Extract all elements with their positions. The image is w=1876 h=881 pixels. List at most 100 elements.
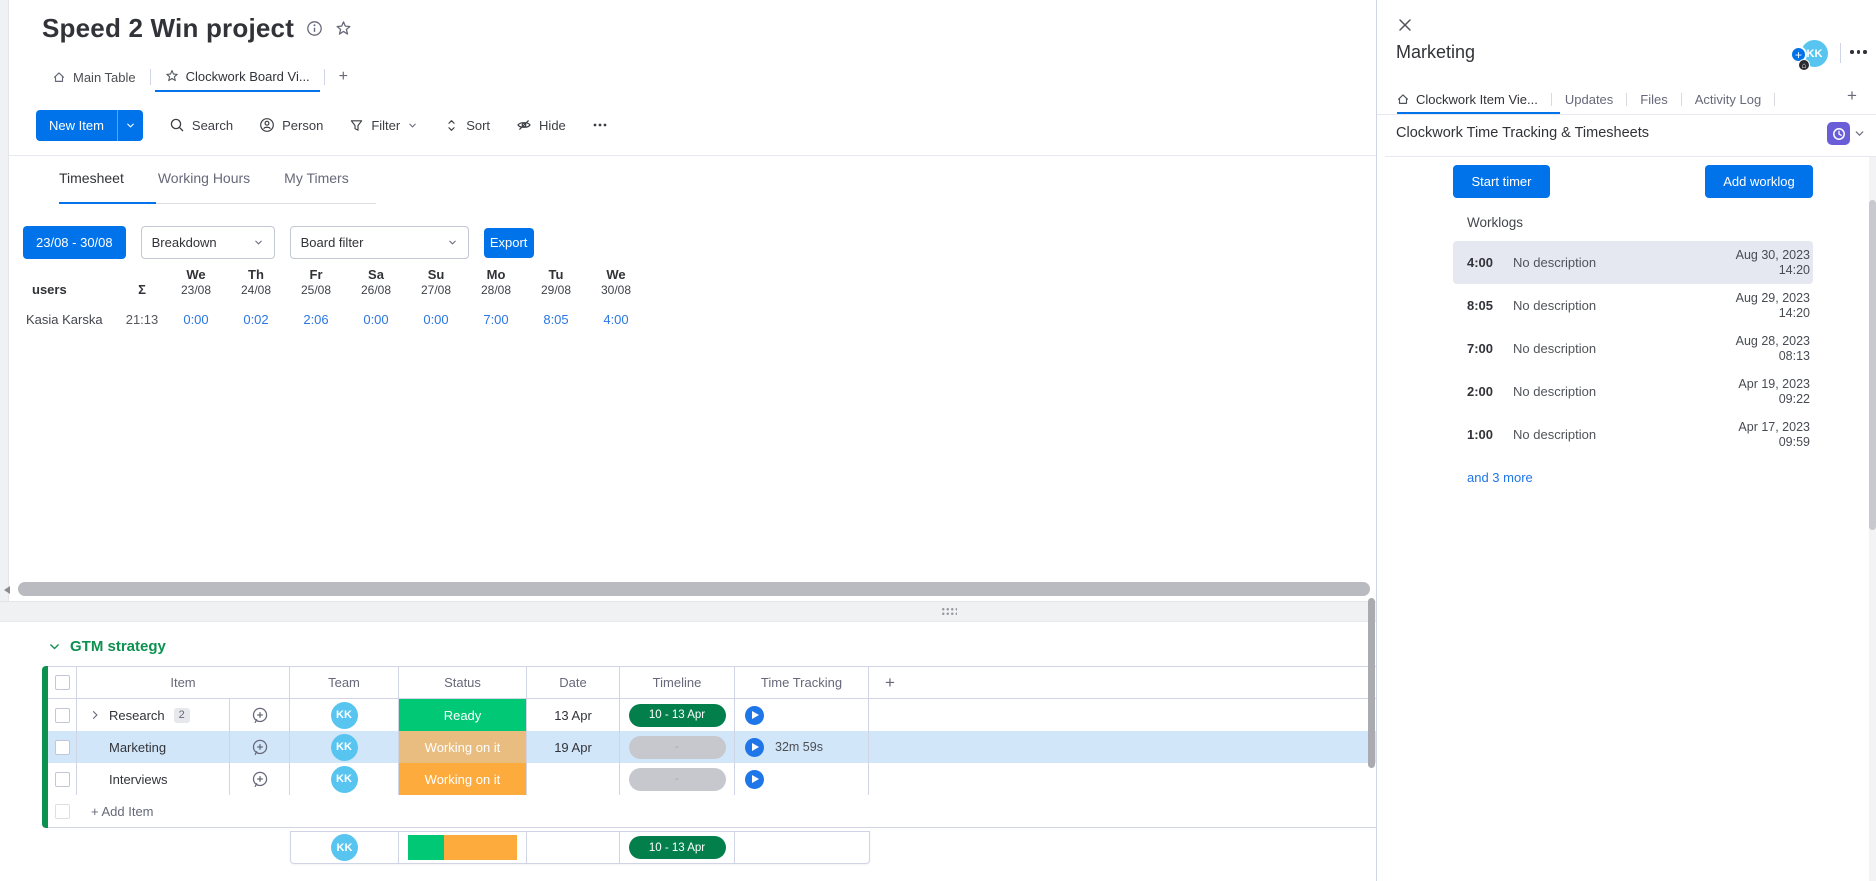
hours-cell[interactable]: 2:06 [286,308,346,330]
tab-updates[interactable]: Updates [1565,92,1613,107]
collapse-section-icon[interactable] [1853,127,1866,140]
item-name[interactable]: Research [109,708,165,723]
add-column-button[interactable]: + [869,667,1376,698]
panel-item-title[interactable]: Marketing [1396,42,1475,63]
timeline-pill[interactable]: - [629,768,726,791]
avatar[interactable]: KK [331,702,358,729]
select-all-checkbox[interactable] [55,675,70,690]
add-update-cell[interactable] [230,731,290,763]
hscroll-left-arrow[interactable] [4,586,10,594]
status-cell[interactable]: Working on it [399,763,526,795]
add-update-cell[interactable] [230,763,290,795]
search-icon [169,117,185,133]
tab-main-table[interactable]: Main Table [42,62,146,92]
worklogs-label: Worklogs [1467,215,1523,230]
date-cell[interactable]: 13 Apr [527,699,620,731]
start-timer-button[interactable]: Start timer [1453,165,1550,198]
tab-separator [324,69,325,85]
hide-label: Hide [539,118,566,133]
hours-cell[interactable]: 4:00 [586,308,646,330]
panel-scrollbar[interactable] [1869,200,1876,530]
item-name[interactable]: Interviews [109,772,168,787]
row-checkbox[interactable] [55,708,70,723]
group-summary-row: KK 10 - 13 Apr [290,831,870,864]
tab-files[interactable]: Files [1640,92,1667,107]
column-header-team[interactable]: Team [290,667,399,698]
panel-more-button[interactable] [1850,50,1867,54]
group-collapse-icon[interactable] [48,640,61,653]
worklog-row[interactable]: 1:00 No description Apr 17, 202309:59 [1453,413,1813,456]
item-name[interactable]: Marketing [109,740,166,755]
horizontal-scrollbar[interactable] [18,582,1370,596]
sort-button[interactable]: Sort [444,118,490,133]
column-header-status[interactable]: Status [399,667,527,698]
person-filter-button[interactable]: Person [259,117,323,133]
hours-cell[interactable]: 0:00 [166,308,226,330]
hours-cell[interactable]: 0:00 [406,308,466,330]
worklog-row[interactable]: 8:05 No description Aug 29, 202314:20 [1453,284,1813,327]
status-cell[interactable]: Working on it [399,731,526,763]
info-icon[interactable] [306,20,323,37]
worklog-row[interactable]: 7:00 No description Aug 28, 202308:13 [1453,327,1813,370]
date-range-button[interactable]: 23/08 - 30/08 [23,226,126,259]
worklog-row[interactable]: 4:00 No description Aug 30, 202314:20 [1453,241,1813,284]
add-update-cell[interactable] [230,699,290,731]
favorite-star-icon[interactable] [335,20,352,37]
hours-cell[interactable]: 7:00 [466,308,526,330]
column-header-date[interactable]: Date [527,667,620,698]
row-checkbox[interactable] [55,740,70,755]
tab-working-hours[interactable]: Working Hours [158,170,250,198]
play-timer-button[interactable] [745,770,764,789]
tab-clockwork-board-view[interactable]: Clockwork Board Vi... [155,62,320,92]
add-worklog-button[interactable]: Add worklog [1705,165,1813,198]
play-timer-button[interactable] [745,738,764,757]
filter-button[interactable]: Filter [349,118,418,133]
export-button[interactable]: Export [484,228,534,258]
add-panel-tab-button[interactable]: + [1847,86,1857,106]
group-title[interactable]: GTM strategy [70,638,166,655]
status-cell[interactable]: Ready [399,699,526,731]
timeline-pill[interactable]: 10 - 13 Apr [629,704,726,727]
worklog-row[interactable]: 2:00 No description Apr 19, 202309:22 [1453,370,1813,413]
date-cell[interactable]: 19 Apr [527,731,620,763]
row-checkbox[interactable] [55,772,70,787]
tab-timesheet[interactable]: Timesheet [59,170,124,198]
hide-button[interactable]: Hide [516,117,566,133]
avatar[interactable]: KK [331,734,358,761]
hours-cell[interactable]: 0:00 [346,308,406,330]
user-name: Kasia Karska [26,308,118,330]
date-cell[interactable] [527,763,620,795]
home-icon [52,70,66,84]
board-filter-select[interactable]: Board filter [290,226,469,259]
toolbar-more-button[interactable] [592,117,608,133]
tab-my-timers[interactable]: My Timers [284,170,349,198]
breakdown-select[interactable]: Breakdown [141,226,275,259]
search-button[interactable]: Search [169,117,233,133]
column-header-time-tracking[interactable]: Time Tracking [735,667,869,698]
column-header-item[interactable]: Item [77,667,290,698]
clockwork-app-icon[interactable] [1827,122,1850,145]
split-drag-handle[interactable] [941,607,957,616]
timeline-pill[interactable]: - [629,736,726,759]
avatar[interactable]: KK [331,766,358,793]
tab-clockwork-item-view[interactable]: Clockwork Item Vie... [1396,92,1538,107]
new-item-dropdown[interactable] [117,110,143,141]
vertical-scrollbar[interactable] [1368,598,1375,768]
play-timer-button[interactable] [745,706,764,725]
tab-separator [1774,93,1775,106]
column-header-timeline[interactable]: Timeline [620,667,735,698]
new-item-button[interactable]: New Item [36,110,143,141]
add-view-button[interactable]: + [329,62,358,92]
page-title[interactable]: Speed 2 Win project [42,13,294,44]
hours-cell[interactable]: 8:05 [526,308,586,330]
tab-activity-log[interactable]: Activity Log [1695,92,1761,107]
status-distribution-bar[interactable] [408,835,518,860]
add-item-button[interactable]: + Add Item [91,804,154,819]
hours-cell[interactable]: 0:02 [226,308,286,330]
show-more-worklogs-link[interactable]: and 3 more [1467,470,1533,485]
left-edge-panel [0,0,9,601]
close-panel-button[interactable] [1396,16,1414,34]
summary-timeline-pill[interactable]: 10 - 13 Apr [629,836,726,859]
day-date: 26/08 [361,283,391,298]
expand-chevron-icon[interactable] [89,709,101,721]
